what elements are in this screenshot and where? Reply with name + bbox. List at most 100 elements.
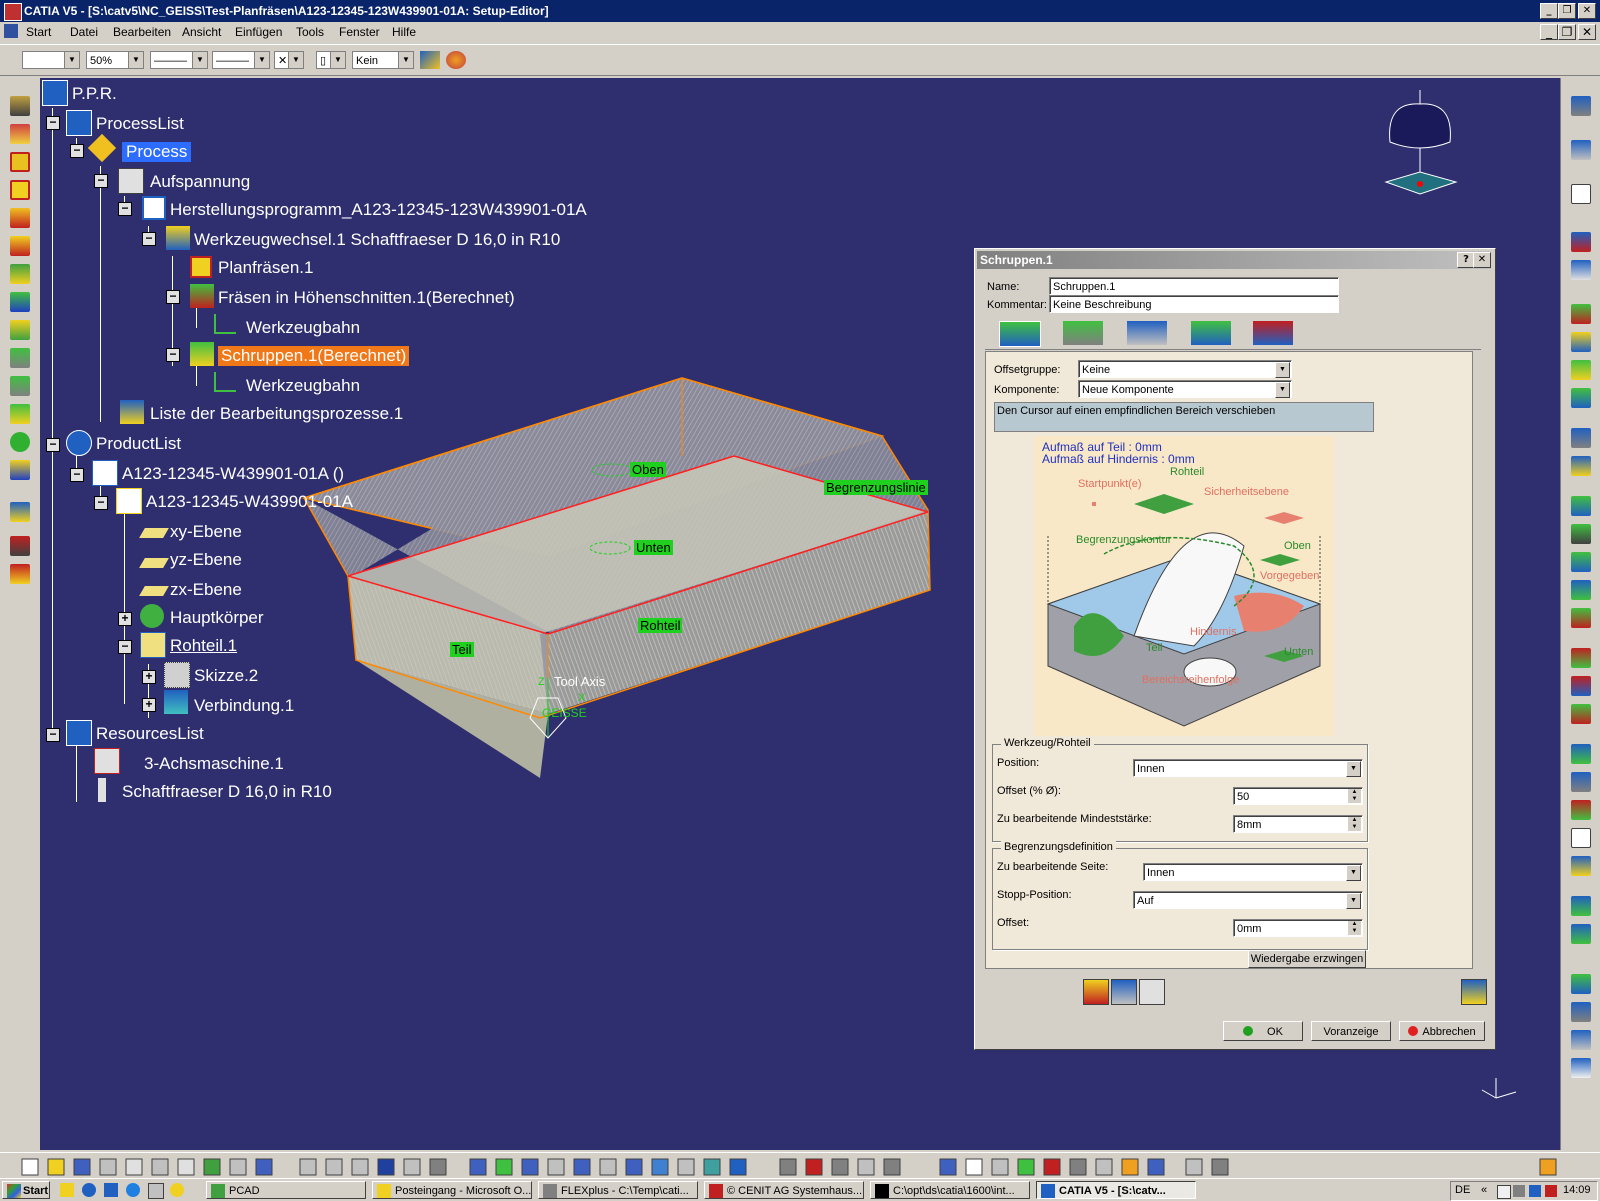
tool-icon-15[interactable] <box>10 502 30 522</box>
tree-process[interactable]: Process <box>122 142 192 162</box>
rtool-icon-24[interactable] <box>1571 856 1591 876</box>
tree-resourceslist[interactable]: ResourcesList <box>96 724 204 744</box>
layer-combo[interactable]: ▯ ▼ <box>316 51 346 69</box>
collapse-icon[interactable]: − <box>46 728 60 742</box>
rtool-icon-25[interactable] <box>1571 896 1591 916</box>
offsetgroup-select[interactable]: Keine ▼ <box>1078 360 1292 378</box>
rtool-icon-15[interactable] <box>1571 580 1591 600</box>
part-icon[interactable] <box>116 488 142 514</box>
point-combo[interactable]: ✕ ▼ <box>274 51 304 69</box>
stock-icon[interactable] <box>140 632 166 658</box>
cancel-button[interactable]: Abbrechen <box>1399 1021 1485 1041</box>
tab-feeds-icon[interactable] <box>1191 321 1231 345</box>
rtool-icon-29[interactable] <box>1571 1030 1591 1050</box>
rtool-icon-5[interactable] <box>1571 260 1591 280</box>
tree-fraeser[interactable]: Schaftfraeser D 16,0 in R10 <box>122 782 332 802</box>
position-select[interactable]: Innen ▼ <box>1133 759 1363 777</box>
hoehenschnitte-icon[interactable] <box>190 284 214 308</box>
program-icon[interactable] <box>142 196 166 220</box>
quicklaunch-icon-5[interactable] <box>148 1183 164 1199</box>
rtool-icon-18[interactable] <box>1571 676 1591 696</box>
lineweight-combo[interactable]: ——— ▼ <box>212 51 270 69</box>
force-display-button[interactable]: Wiedergabe erzwingen <box>1248 950 1366 968</box>
resourceslist-icon[interactable] <box>66 720 92 746</box>
tool-icon-6[interactable] <box>10 236 30 256</box>
rtool-icon-4[interactable] <box>1571 232 1591 252</box>
collapse-icon[interactable]: − <box>166 348 180 362</box>
machine-icon[interactable] <box>94 748 120 774</box>
expand-icon[interactable]: + <box>142 670 156 684</box>
collapse-icon[interactable]: − <box>70 468 84 482</box>
simulate-icon[interactable] <box>1111 979 1137 1005</box>
tool-icon-17[interactable] <box>10 564 30 584</box>
tool-icon-12[interactable] <box>10 404 30 424</box>
rtool-icon-17[interactable] <box>1571 648 1591 668</box>
label-begrenzungslinie[interactable]: Begrenzungslinie <box>824 480 928 495</box>
rtool-icon-8[interactable] <box>1571 360 1591 380</box>
sketch-icon[interactable] <box>164 662 190 688</box>
tool-icon-1[interactable] <box>10 96 30 116</box>
rtool-icon-27[interactable] <box>1571 974 1591 994</box>
tree-yz-ebene[interactable]: yz-Ebene <box>170 550 242 570</box>
rtool-icon-26[interactable] <box>1571 924 1591 944</box>
tree-herstellungsprogramm[interactable]: Herstellungsprogramm_A123-12345-123W4399… <box>170 200 587 220</box>
ppr-icon[interactable] <box>42 80 68 106</box>
processlist-table-icon[interactable] <box>120 400 144 424</box>
rtool-icon-20[interactable] <box>1571 744 1591 764</box>
expand-icon[interactable]: + <box>142 698 156 712</box>
material-combo[interactable]: Kein ▼ <box>352 51 414 69</box>
rtool-icon-10[interactable] <box>1571 428 1591 448</box>
tool-icon-5[interactable] <box>10 208 30 228</box>
rtool-icon-30[interactable] <box>1571 1058 1591 1078</box>
diagram-rohteil[interactable]: Rohteil <box>1170 466 1204 478</box>
collapse-icon[interactable]: − <box>94 174 108 188</box>
label-oben[interactable]: Oben <box>630 462 666 477</box>
task-outlook[interactable]: Posteingang - Microsoft O... <box>372 1181 532 1199</box>
rtool-icon-23[interactable] <box>1571 828 1591 848</box>
menu-fenster[interactable]: Fenster <box>339 25 380 39</box>
rtool-icon-14[interactable] <box>1571 552 1591 572</box>
rtool-icon-28[interactable] <box>1571 1002 1591 1022</box>
side-select[interactable]: Innen ▼ <box>1143 863 1363 881</box>
diagram-begrenzungskontur[interactable]: Begrenzungskontur <box>1076 534 1171 546</box>
diagram-startpunkt[interactable]: Startpunkt(e) <box>1078 478 1142 490</box>
bottom-toolbar-icons[interactable] <box>0 1153 1600 1179</box>
offset2-stepper[interactable]: 0mm ▲ ▼ <box>1233 919 1363 937</box>
rtool-icon-2[interactable] <box>1571 140 1591 160</box>
tree-zx-ebene[interactable]: zx-Ebene <box>170 580 242 600</box>
expand-dialog-icon[interactable] <box>1461 979 1487 1005</box>
tree-verbindung[interactable]: Verbindung.1 <box>194 696 294 716</box>
stop-select[interactable]: Auf ▼ <box>1133 891 1363 909</box>
collapse-icon[interactable]: − <box>118 202 132 216</box>
diagram-oben[interactable]: Oben <box>1284 540 1311 552</box>
product-icon[interactable] <box>92 460 118 486</box>
tool-icon-10[interactable] <box>10 348 30 368</box>
tree-productlist[interactable]: ProductList <box>96 434 181 454</box>
toolpath-icon[interactable] <box>214 314 236 334</box>
join-icon[interactable] <box>164 690 188 714</box>
diagram-bereichsreihenfolge[interactable]: Bereichsreihenfolge <box>1142 674 1239 686</box>
tool-icon-7[interactable] <box>10 264 30 284</box>
quicklaunch-icon-2[interactable] <box>82 1183 96 1197</box>
doc-restore-icon[interactable]: ❐ <box>1558 24 1576 40</box>
dialog-close-icon[interactable]: ✕ <box>1473 252 1491 268</box>
body-icon[interactable] <box>140 604 164 628</box>
doc-close-icon[interactable]: ✕ <box>1578 24 1596 40</box>
rtool-icon-16[interactable] <box>1571 608 1591 628</box>
replay-icon[interactable] <box>1083 979 1109 1005</box>
rtool-icon-6[interactable] <box>1571 304 1591 324</box>
collapse-icon[interactable]: − <box>46 116 60 130</box>
diagram-sicherheitsebene[interactable]: Sicherheitsebene <box>1204 486 1289 498</box>
menu-datei[interactable]: Datei <box>70 25 98 39</box>
rtool-icon-19[interactable] <box>1571 704 1591 724</box>
tree-liste[interactable]: Liste der Bearbeitungsprozesse.1 <box>150 404 403 424</box>
rtool-icon-13[interactable] <box>1571 524 1591 544</box>
collapse-icon[interactable]: − <box>94 496 108 510</box>
sensitive-diagram[interactable]: Aufmaß auf Teil : 0mm Aufmaß auf Hindern… <box>1034 436 1334 736</box>
ok-button[interactable]: OK <box>1223 1021 1303 1041</box>
productlist-icon[interactable] <box>66 430 92 456</box>
rtool-icon-7[interactable] <box>1571 332 1591 352</box>
rtool-icon-22[interactable] <box>1571 800 1591 820</box>
tree-product-2[interactable]: A123-12345-W439901-01A <box>146 492 353 512</box>
schruppen-icon[interactable] <box>190 342 214 366</box>
